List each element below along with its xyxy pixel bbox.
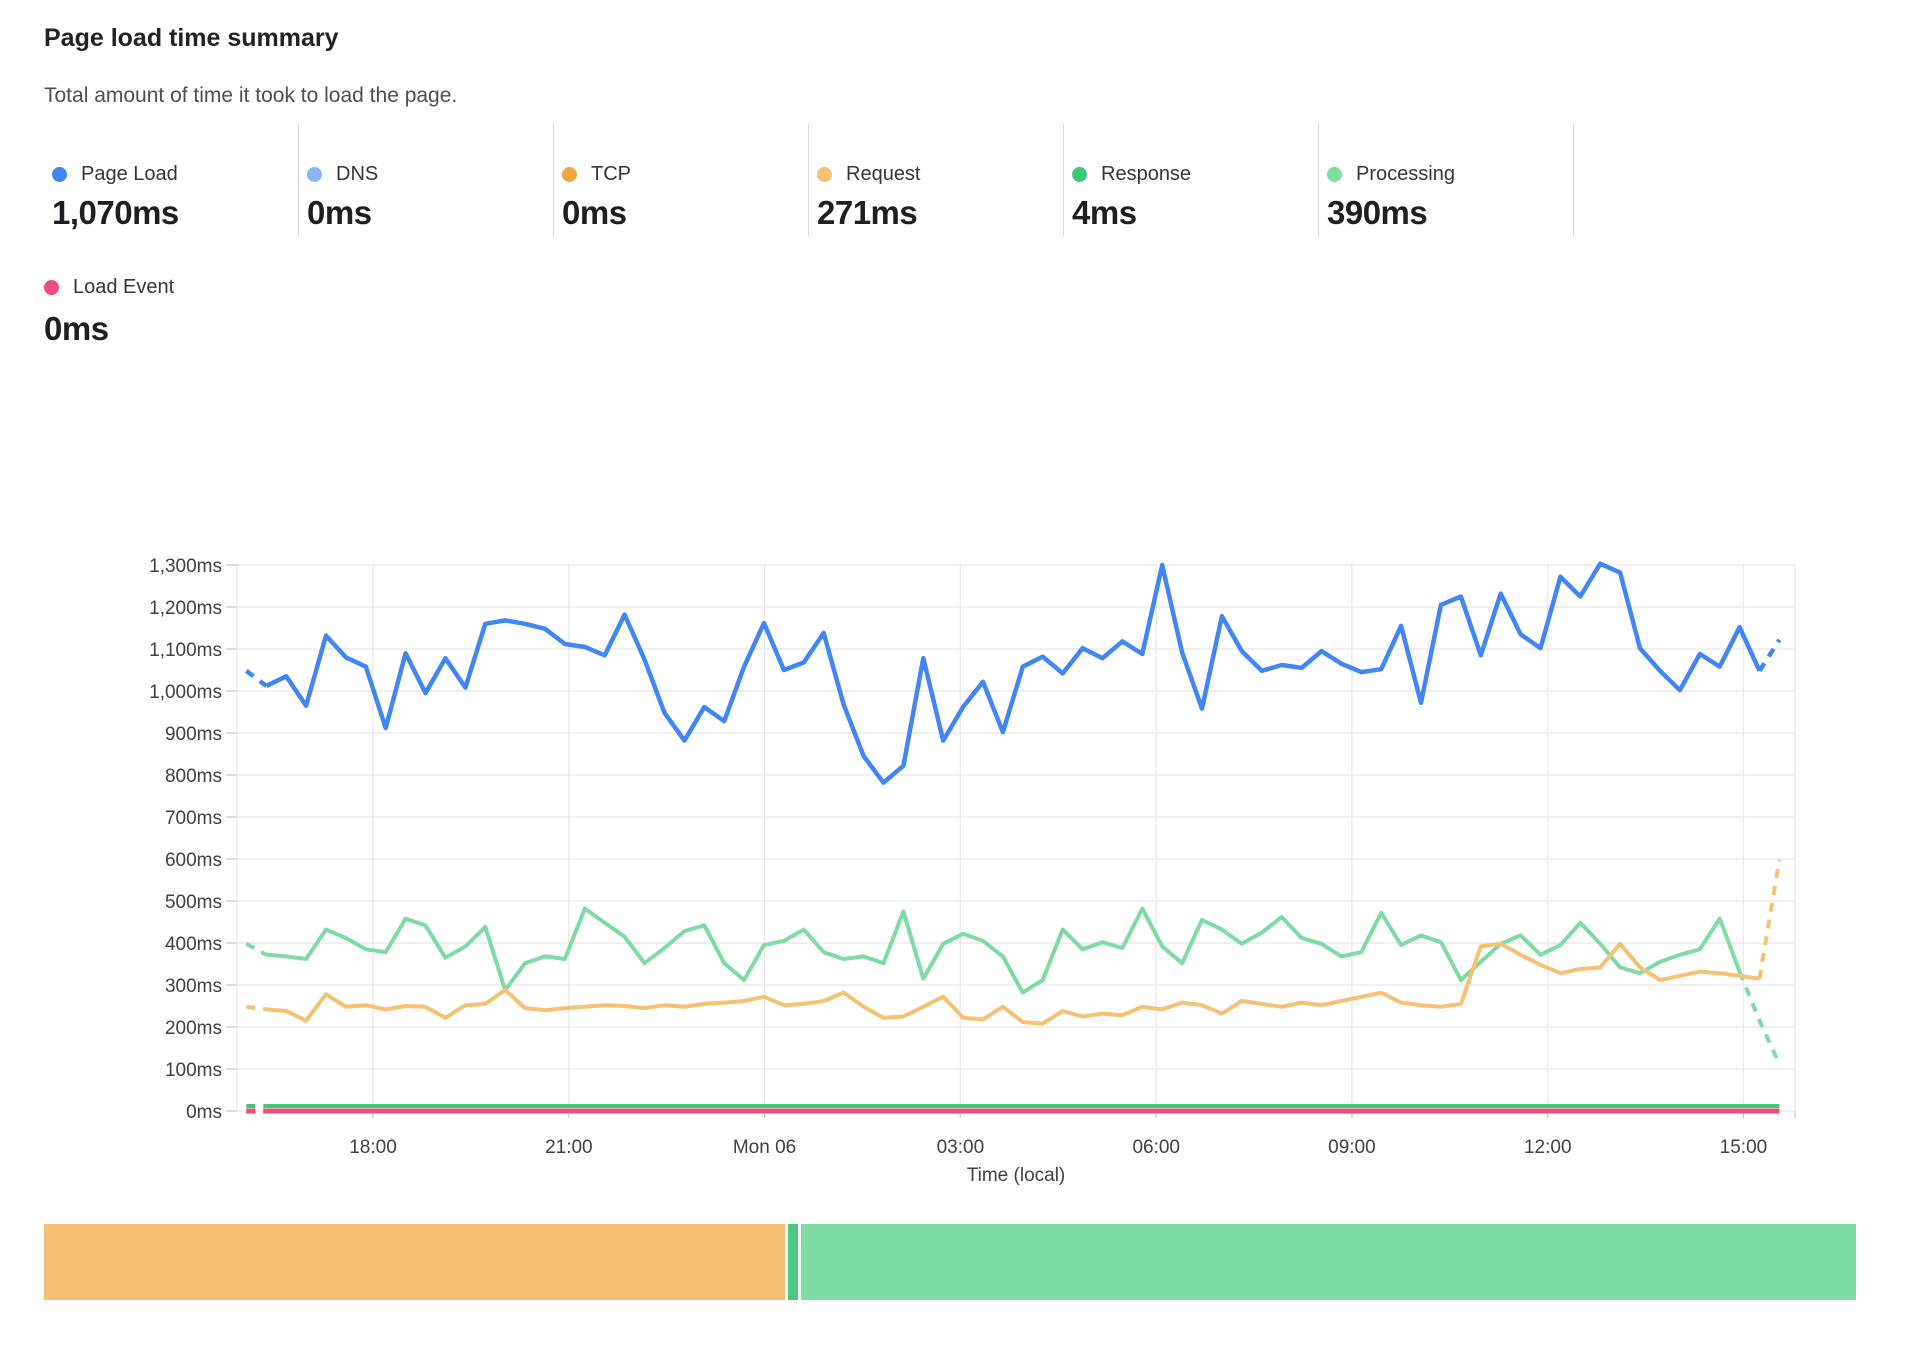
svg-text:1,200ms: 1,200ms <box>149 598 222 619</box>
svg-text:400ms: 400ms <box>165 934 222 955</box>
svg-text:800ms: 800ms <box>165 766 222 787</box>
timing-breakdown-bar <box>44 1224 1856 1300</box>
svg-text:18:00: 18:00 <box>349 1137 397 1158</box>
svg-text:500ms: 500ms <box>165 892 222 913</box>
svg-text:06:00: 06:00 <box>1132 1137 1180 1158</box>
svg-text:15:00: 15:00 <box>1720 1137 1768 1158</box>
svg-text:1,100ms: 1,100ms <box>149 640 222 661</box>
series-request <box>246 860 1779 1024</box>
svg-text:1,300ms: 1,300ms <box>149 556 222 577</box>
bar-segment-processing <box>801 1224 1856 1300</box>
svg-text:03:00: 03:00 <box>937 1137 985 1158</box>
bar-segment-request <box>44 1224 785 1300</box>
series-processing <box>246 909 1779 1064</box>
x-axis-title: Time (local) <box>967 1165 1066 1186</box>
bar-segment-response <box>788 1224 798 1300</box>
svg-text:200ms: 200ms <box>165 1018 222 1039</box>
svg-text:12:00: 12:00 <box>1524 1137 1572 1158</box>
svg-text:600ms: 600ms <box>165 850 222 871</box>
svg-text:300ms: 300ms <box>165 976 222 997</box>
chart-axis-labels: 0ms 100ms 200ms 300ms 400ms 500ms 600ms 700ms 80… <box>149 556 1767 1186</box>
svg-text:900ms: 900ms <box>165 724 222 745</box>
chart-gridlines <box>226 565 1795 1118</box>
series-page_load <box>246 564 1779 783</box>
svg-text:700ms: 700ms <box>165 808 222 829</box>
svg-text:1,000ms: 1,000ms <box>149 682 222 703</box>
page-load-time-chart[interactable]: 0ms 100ms 200ms 300ms 400ms 500ms 600ms 700ms 80… <box>0 0 1910 1210</box>
svg-text:09:00: 09:00 <box>1328 1137 1376 1158</box>
svg-text:100ms: 100ms <box>165 1060 222 1081</box>
svg-text:0ms: 0ms <box>186 1102 222 1123</box>
svg-text:21:00: 21:00 <box>545 1137 593 1158</box>
svg-text:Mon 06: Mon 06 <box>733 1137 796 1158</box>
